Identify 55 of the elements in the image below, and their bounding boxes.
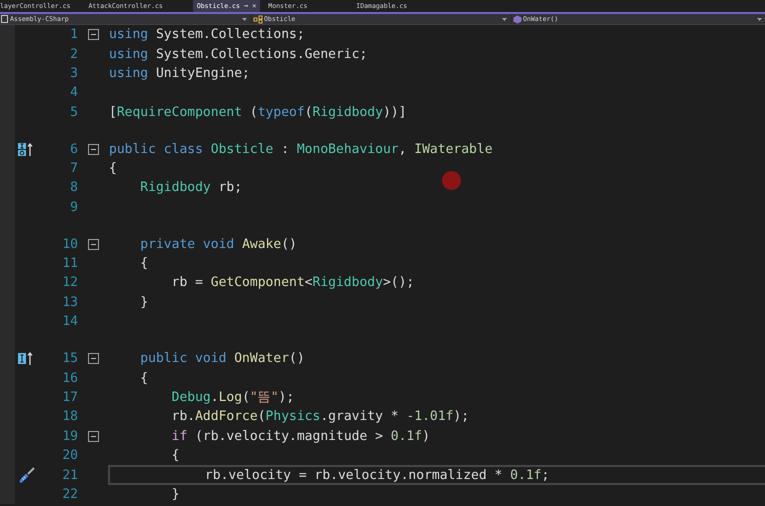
line-number: 4 — [69, 85, 78, 100]
line-number: 17 — [61, 390, 78, 405]
line-number: 9 — [69, 200, 78, 215]
code-line: private void Awake() — [139, 236, 297, 252]
line-number: 20 — [61, 448, 78, 464]
collapse-icon[interactable] — [88, 144, 98, 155]
screwdriver-icon[interactable] — [18, 466, 36, 484]
code-line: { — [139, 256, 148, 272]
project-icon — [1, 15, 9, 23]
implements-icon[interactable] — [18, 142, 34, 156]
code-line: public void OnWater() — [139, 351, 305, 366]
cursor-dot — [442, 171, 461, 190]
line-number: 21 — [61, 468, 78, 482]
dropdown-caret-icon — [242, 18, 247, 20]
code-line: Debug.Log("뜸"); — [170, 389, 294, 406]
line-number: 7 — [69, 161, 78, 176]
code-line: { — [139, 370, 148, 386]
collapse-icon[interactable] — [88, 238, 98, 250]
dropdown-caret-icon — [757, 18, 762, 20]
class-icon — [253, 14, 263, 24]
line-number: 3 — [69, 66, 78, 81]
line-number: 5 — [69, 104, 78, 120]
collapse-icon[interactable] — [88, 353, 98, 364]
code-line: } — [139, 294, 148, 310]
code-line: Rigidbody rb; — [139, 180, 242, 196]
line-number: 11 — [61, 256, 78, 272]
line-number: 16 — [61, 370, 78, 386]
code-line: using System.Collections.Generic; — [109, 46, 368, 62]
dropdown-caret-icon — [502, 18, 507, 20]
line-number: 10 — [61, 236, 78, 252]
code-line: } — [170, 486, 180, 502]
collapse-icon[interactable] — [88, 430, 98, 442]
line-number: 14 — [61, 314, 78, 330]
code-line: { — [170, 448, 180, 464]
code-line: if (rb.velocity.magnitude > 0.1f) — [170, 428, 430, 444]
line-number: 18 — [61, 409, 78, 424]
code-line: rb = GetComponent<Rigidbody>(); — [170, 275, 414, 290]
collapse-icon[interactable] — [88, 29, 98, 40]
line-number: 8 — [69, 180, 78, 196]
line-number: 6 — [69, 142, 78, 157]
code-line: rb.velocity = rb.velocity.normalized * 0.1f; — [204, 468, 550, 482]
code-line: public class Obsticle : MonoBehaviour, IWaterable — [109, 142, 493, 157]
line-number: 1 — [69, 27, 78, 42]
code-line: [RequireComponent (typeof(Rigidbody))] — [109, 104, 406, 120]
code-line: using System.Collections; — [109, 27, 305, 42]
line-number: 13 — [61, 294, 78, 310]
code-line: rb.AddForce(Physics.gravity * -1.01f); — [170, 409, 470, 424]
line-number: 15 — [61, 351, 78, 366]
code-line: using UnityEngine; — [109, 66, 250, 81]
line-number: 2 — [69, 46, 78, 62]
code-line: { — [109, 161, 117, 176]
line-number: 22 — [61, 486, 78, 502]
line-number: 12 — [61, 275, 78, 290]
line-number: 19 — [61, 428, 78, 444]
implements-icon[interactable] — [18, 352, 34, 366]
